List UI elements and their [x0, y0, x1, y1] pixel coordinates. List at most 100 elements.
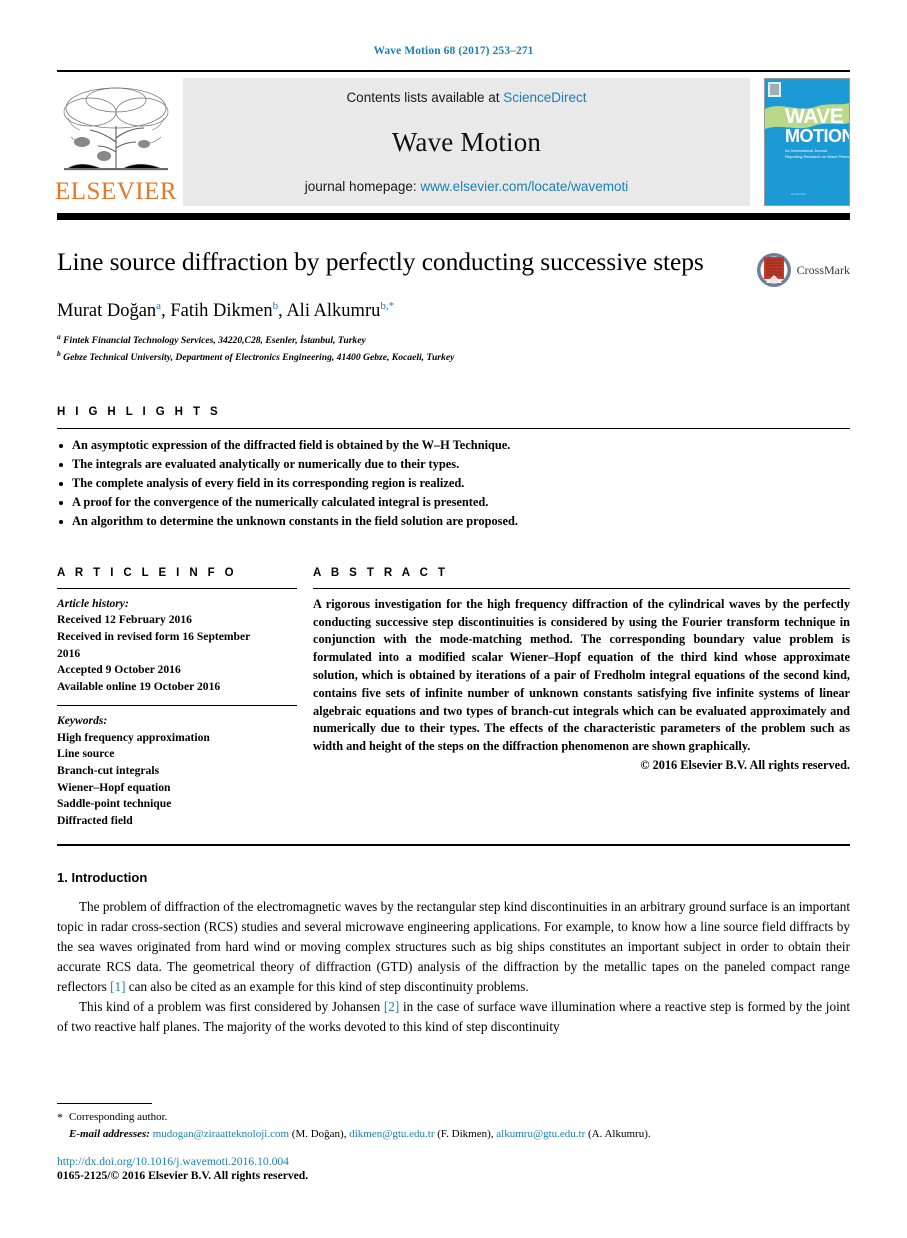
list-item: An asymptotic expression of the diffract…	[57, 436, 850, 455]
affiliation-0: a Fintek Financial Technology Services, …	[57, 332, 744, 348]
article-info-rule-mid	[57, 704, 297, 706]
homepage-prefix: journal homepage:	[304, 179, 421, 194]
svg-text:Reporting Research on Wave Phe: Reporting Research on Wave Phenomena	[785, 154, 849, 159]
paragraph-1-part2: can also be cited as an example for this…	[125, 978, 529, 994]
title-block: Line source diffraction by perfectly con…	[57, 246, 850, 366]
author-2-name: Ali Alkumru	[286, 301, 381, 322]
masthead-center-panel: Contents lists available at ScienceDirec…	[183, 78, 750, 206]
affiliation-1: b Gebze Technical University, Department…	[57, 349, 744, 365]
list-item: The integrals are evaluated analytically…	[57, 455, 850, 474]
email-owner-1: (F. Dikmen)	[437, 1127, 491, 1140]
elsevier-logo: ELSEVIER	[54, 78, 178, 206]
crossmark-badge[interactable]: CrossMark	[756, 246, 850, 288]
body-top-rule	[57, 843, 850, 846]
paragraph-2: This kind of a problem was first conside…	[57, 997, 850, 1037]
journal-title: Wave Motion	[391, 126, 542, 157]
article-page: Wave Motion 68 (2017) 253–271 ELSEVIER C…	[0, 0, 907, 1238]
info-abstract-section: A R T I C L E I N F O Article history: R…	[57, 567, 850, 830]
author-0: Murat Doğana,	[57, 300, 171, 322]
highlights-heading: H I G H L I G H T S	[57, 406, 222, 419]
svg-text:MOTION: MOTION	[785, 126, 849, 146]
keyword-item[interactable]: Line source	[57, 746, 297, 763]
list-item: A proof for the convergence of the numer…	[57, 493, 850, 512]
affiliation-0-text: Fintek Financial Technology Services, 34…	[63, 335, 366, 347]
sciencedirect-link[interactable]: ScienceDirect	[503, 90, 586, 105]
keyword-item[interactable]: High frequency approximation	[57, 730, 297, 747]
masthead-bottom-rule	[57, 213, 850, 220]
keyword-item[interactable]: Saddle-point technique	[57, 796, 297, 813]
journal-cover-art: WAVE MOTION An International Journal Rep…	[765, 79, 849, 205]
email-link-0[interactable]: mudogan@ziraatteknoloji.com	[153, 1128, 289, 1140]
elsevier-wordmark: ELSEVIER	[54, 178, 178, 205]
abstract-text: A rigorous investigation for the high fr…	[313, 596, 850, 754]
list-item: The complete analysis of every field in …	[57, 474, 850, 493]
affiliation-1-marker: b	[57, 349, 61, 359]
svg-text:An International Journal: An International Journal	[785, 148, 827, 153]
keywords-block: Keywords: High frequency approximation L…	[57, 713, 297, 830]
page-title: Line source diffraction by perfectly con…	[57, 247, 704, 276]
corresponding-author-text: Corresponding author.	[69, 1111, 168, 1123]
footnote-rule	[57, 1103, 152, 1104]
abstract-column: A B S T R A C T A rigorous investigation…	[313, 567, 850, 830]
abstract-copyright: © 2016 Elsevier B.V. All rights reserved…	[640, 758, 850, 773]
author-0-sep: ,	[161, 301, 171, 322]
abstract-heading: A B S T R A C T	[313, 566, 449, 579]
svg-text:ELSEVIER: ELSEVIER	[791, 192, 807, 196]
contents-available-line: Contents lists available at ScienceDirec…	[346, 90, 586, 105]
history-item: Accepted 9 October 2016	[57, 663, 181, 677]
article-history-block: Article history: Received 12 February 20…	[57, 596, 297, 696]
list-item: An algorithm to determine the unknown co…	[57, 512, 850, 531]
running-head: Wave Motion 68 (2017) 253–271	[373, 45, 534, 57]
email-link-1[interactable]: dikmen@gtu.edu.tr	[349, 1128, 434, 1140]
page-footnotes: * Corresponding author. E-mail addresses:…	[57, 1103, 850, 1182]
history-item: Received in revised form 16 September	[57, 630, 251, 644]
journal-masthead: ELSEVIER Contents lists available at Sci…	[54, 70, 850, 206]
contents-prefix: Contents lists available at	[346, 90, 504, 105]
corresponding-author-star: *	[57, 1110, 63, 1124]
elsevier-tree-icon	[60, 82, 172, 178]
journal-homepage-link[interactable]: www.elsevier.com/locate/wavemoti	[420, 179, 628, 194]
history-item: 2016	[57, 646, 81, 660]
email-sep-2: .	[647, 1127, 651, 1140]
affiliation-0-marker: a	[57, 332, 61, 342]
corresponding-author-note: * Corresponding author.	[57, 1109, 850, 1126]
author-0-name: Murat Doğan	[57, 301, 157, 322]
history-item: Received 12 February 2016	[57, 613, 192, 627]
journal-homepage-line: journal homepage: www.elsevier.com/locat…	[305, 179, 628, 194]
email-addresses-note: E-mail addresses: mudogan@ziraatteknoloj…	[57, 1126, 850, 1143]
abstract-rule-top	[313, 587, 850, 589]
author-1: Fatih Dikmenb,	[170, 300, 286, 322]
keyword-item[interactable]: Diffracted field	[57, 813, 297, 830]
article-info-rule-top	[57, 587, 297, 589]
article-history-label: Article history:	[57, 596, 129, 610]
section-heading-introduction: 1. Introduction	[57, 869, 148, 885]
citation-ref-2[interactable]: [2]	[384, 999, 399, 1014]
citation-ref-1[interactable]: [1]	[110, 979, 125, 994]
svg-text:WAVE: WAVE	[785, 105, 844, 128]
article-info-column: A R T I C L E I N F O Article history: R…	[57, 567, 313, 830]
author-2: Ali Alkumrub,*	[286, 300, 394, 322]
doi-link[interactable]: http://dx.doi.org/10.1016/j.wavemoti.201…	[57, 1155, 850, 1168]
keywords-label: Keywords:	[57, 713, 108, 727]
journal-cover-thumbnail: WAVE MOTION An International Journal Rep…	[764, 78, 850, 206]
article-info-heading: A R T I C L E I N F O	[57, 566, 238, 579]
author-2-affil-marker[interactable]: b,*	[380, 300, 394, 312]
crossmark-label: CrossMark	[796, 262, 850, 277]
crossmark-icon	[756, 253, 791, 287]
email-addresses-label: E-mail addresses:	[69, 1127, 150, 1140]
paragraph-2-part1: This kind of a problem was first conside…	[79, 998, 384, 1014]
keyword-item[interactable]: Wiener–Hopf equation	[57, 780, 297, 797]
highlights-list: An asymptotic expression of the diffract…	[57, 436, 850, 530]
email-owner-2: (A. Alkumru)	[587, 1127, 648, 1140]
highlights-rule	[57, 428, 850, 430]
paragraph-1: The problem of diffraction of the electr…	[57, 897, 850, 997]
affiliation-list: a Fintek Financial Technology Services, …	[57, 332, 744, 365]
article-content: Line source diffraction by perfectly con…	[57, 246, 850, 1037]
highlights-section: H I G H L I G H T S An asymptotic expres…	[57, 406, 850, 530]
affiliation-1-text: Gebze Technical University, Department o…	[63, 352, 455, 364]
keyword-item[interactable]: Branch-cut integrals	[57, 763, 297, 780]
author-1-name: Fatih Dikmen	[170, 301, 273, 322]
email-owner-0: (M. Doğan)	[291, 1127, 344, 1140]
email-link-2[interactable]: alkumru@gtu.edu.tr	[496, 1128, 585, 1140]
history-item: Available online 19 October 2016	[57, 680, 221, 694]
